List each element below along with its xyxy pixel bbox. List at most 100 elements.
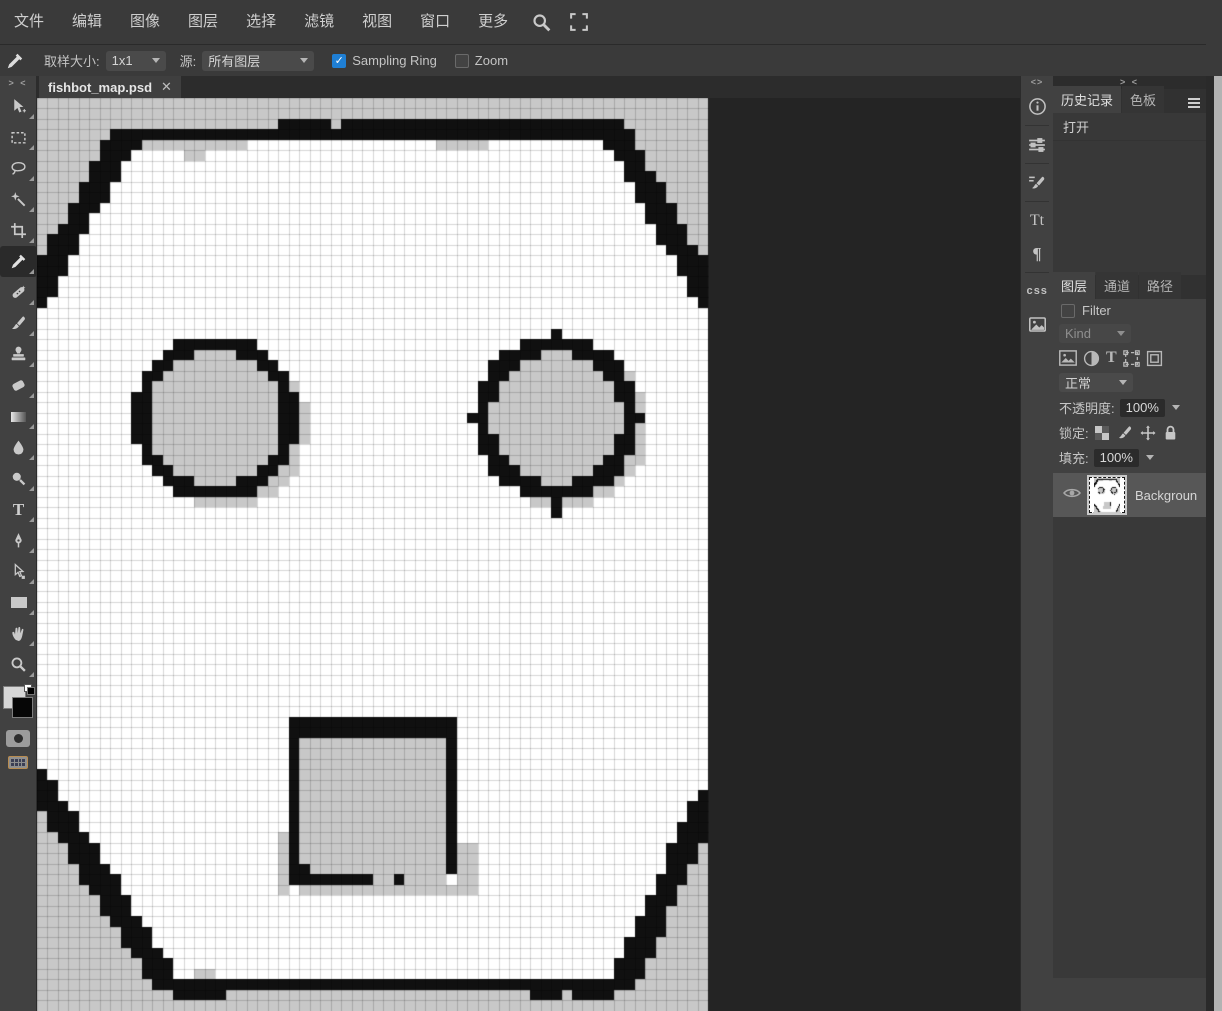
menu-window[interactable]: 窗口: [406, 0, 464, 44]
sampling-ring-label: Sampling Ring: [352, 53, 437, 68]
source-select[interactable]: 所有图层: [202, 50, 315, 71]
window-scrollbar[interactable]: [1214, 76, 1222, 1011]
lock-paint-icon[interactable]: [1117, 425, 1133, 441]
filter-adjustment-icon[interactable]: [1083, 350, 1100, 367]
move-tool[interactable]: [0, 91, 37, 122]
document-canvas[interactable]: [37, 98, 709, 1011]
tab-swatches[interactable]: 色板: [1122, 86, 1165, 113]
menu-more[interactable]: 更多: [464, 0, 522, 44]
virtual-keyboard-icon[interactable]: [8, 756, 28, 769]
sampling-ring-checkbox[interactable]: ✓: [332, 53, 347, 68]
menu-file[interactable]: 文件: [0, 0, 58, 44]
zoom-tool[interactable]: [0, 649, 37, 680]
subtool-corner: [29, 238, 34, 243]
lasso-tool[interactable]: [0, 153, 37, 184]
strip-collapse[interactable]: <>: [1021, 76, 1053, 90]
layer-thumbnail[interactable]: [1089, 477, 1125, 513]
rectangle-tool[interactable]: [0, 587, 37, 618]
zoom-label: Zoom: [474, 53, 509, 68]
background-color-swatch[interactable]: [12, 697, 33, 718]
gradient-tool[interactable]: [0, 401, 37, 432]
path-select-tool[interactable]: [0, 556, 37, 587]
adjust-sliders-icon[interactable]: [1021, 128, 1053, 161]
lock-all-icon[interactable]: [1163, 425, 1178, 441]
menu-layer[interactable]: 图层: [174, 0, 232, 44]
menu-edit[interactable]: 编辑: [58, 0, 116, 44]
fill-value[interactable]: 100%: [1093, 448, 1139, 467]
color-swatches[interactable]: [0, 684, 37, 722]
toolbar-collapse[interactable]: > <: [0, 76, 36, 91]
clone-stamp-tool[interactable]: [0, 339, 37, 370]
document-tab[interactable]: fishbot_map.psd ✕: [39, 76, 181, 98]
workspace: [37, 98, 1020, 1011]
panel-edge-gap: [1206, 76, 1214, 1011]
marquee-tool[interactable]: [0, 122, 37, 153]
menu-filter[interactable]: 滤镜: [290, 0, 348, 44]
menu-select[interactable]: 选择: [232, 0, 290, 44]
magic-wand-tool[interactable]: [0, 184, 37, 215]
lock-position-icon[interactable]: [1140, 425, 1156, 441]
eraser-tool[interactable]: [0, 370, 37, 401]
brush-tool[interactable]: [0, 308, 37, 339]
filter-image-icon[interactable]: [1059, 350, 1077, 366]
fullscreen-icon[interactable]: [560, 0, 598, 44]
eyedropper-tool[interactable]: [0, 246, 37, 277]
default-colors-icon[interactable]: [24, 684, 35, 695]
sample-size-select[interactable]: 1x1: [105, 50, 166, 71]
fill-dropdown-icon[interactable]: [1145, 455, 1154, 460]
subtool-corner: [29, 455, 34, 460]
panel-menu-icon[interactable]: [1188, 96, 1200, 110]
paragraph-icon[interactable]: ¶: [1021, 237, 1053, 270]
layer-row[interactable]: Background: [1053, 473, 1206, 517]
filter-checkbox[interactable]: [1061, 303, 1075, 318]
tool-bar: > < T: [0, 76, 37, 1011]
source-label: 源:: [179, 54, 197, 69]
menu-bar: 文件 编辑 图像 图层 选择 滤镜 视图 窗口 更多: [0, 0, 1222, 45]
filter-smart-object-icon[interactable]: [1146, 350, 1163, 367]
filter-type-icon[interactable]: T: [1106, 349, 1117, 367]
zoom-checkbox[interactable]: [454, 53, 469, 68]
search-icon[interactable]: [522, 0, 560, 44]
kind-select[interactable]: Kind: [1059, 324, 1131, 343]
dodge-tool[interactable]: [0, 463, 37, 494]
pen-tool[interactable]: [0, 525, 37, 556]
layer-name: Background: [1135, 487, 1197, 503]
subtool-corner: [29, 517, 34, 522]
chevron-down-icon: [300, 58, 309, 63]
tab-layers[interactable]: 图层: [1053, 272, 1096, 299]
info-icon[interactable]: [1021, 90, 1053, 123]
opacity-dropdown-icon[interactable]: [1171, 405, 1180, 410]
subtool-corner: [29, 579, 34, 584]
layer-visibility-eye-icon[interactable]: [1063, 486, 1081, 505]
subtool-corner: [29, 362, 34, 367]
history-item-open[interactable]: 打开: [1053, 113, 1206, 141]
heal-tool[interactable]: [0, 277, 37, 308]
hand-tool[interactable]: [0, 618, 37, 649]
subtool-corner: [29, 269, 34, 274]
type-tool[interactable]: T: [0, 494, 37, 525]
character-icon[interactable]: Tt: [1021, 204, 1053, 237]
subtool-corner: [29, 393, 34, 398]
tab-paths[interactable]: 路径: [1139, 272, 1182, 299]
image-icon[interactable]: [1021, 308, 1053, 341]
menu-image[interactable]: 图像: [116, 0, 174, 44]
quick-mask-button[interactable]: [6, 730, 30, 747]
crop-tool[interactable]: [0, 215, 37, 246]
filter-group-icon[interactable]: [1122, 349, 1140, 367]
brush-settings-icon[interactable]: [1021, 166, 1053, 199]
blur-tool[interactable]: [0, 432, 37, 463]
subtool-corner: [29, 300, 34, 305]
subtool-corner: [29, 424, 34, 429]
menubar-right-spacer: [1206, 0, 1222, 76]
opacity-value[interactable]: 100%: [1119, 398, 1165, 417]
close-icon[interactable]: ✕: [161, 79, 172, 95]
lock-transparency-icon[interactable]: [1094, 425, 1110, 441]
tab-channels[interactable]: 通道: [1096, 272, 1139, 299]
chevron-down-icon: [151, 58, 160, 63]
css-icon[interactable]: css: [1021, 275, 1053, 308]
menu-view[interactable]: 视图: [348, 0, 406, 44]
tab-history[interactable]: 历史记录: [1053, 86, 1122, 113]
blend-mode-select[interactable]: 正常: [1059, 373, 1133, 392]
layers-panel-tabs: 图层 通道 路径: [1053, 272, 1206, 299]
subtool-corner: [29, 548, 34, 553]
